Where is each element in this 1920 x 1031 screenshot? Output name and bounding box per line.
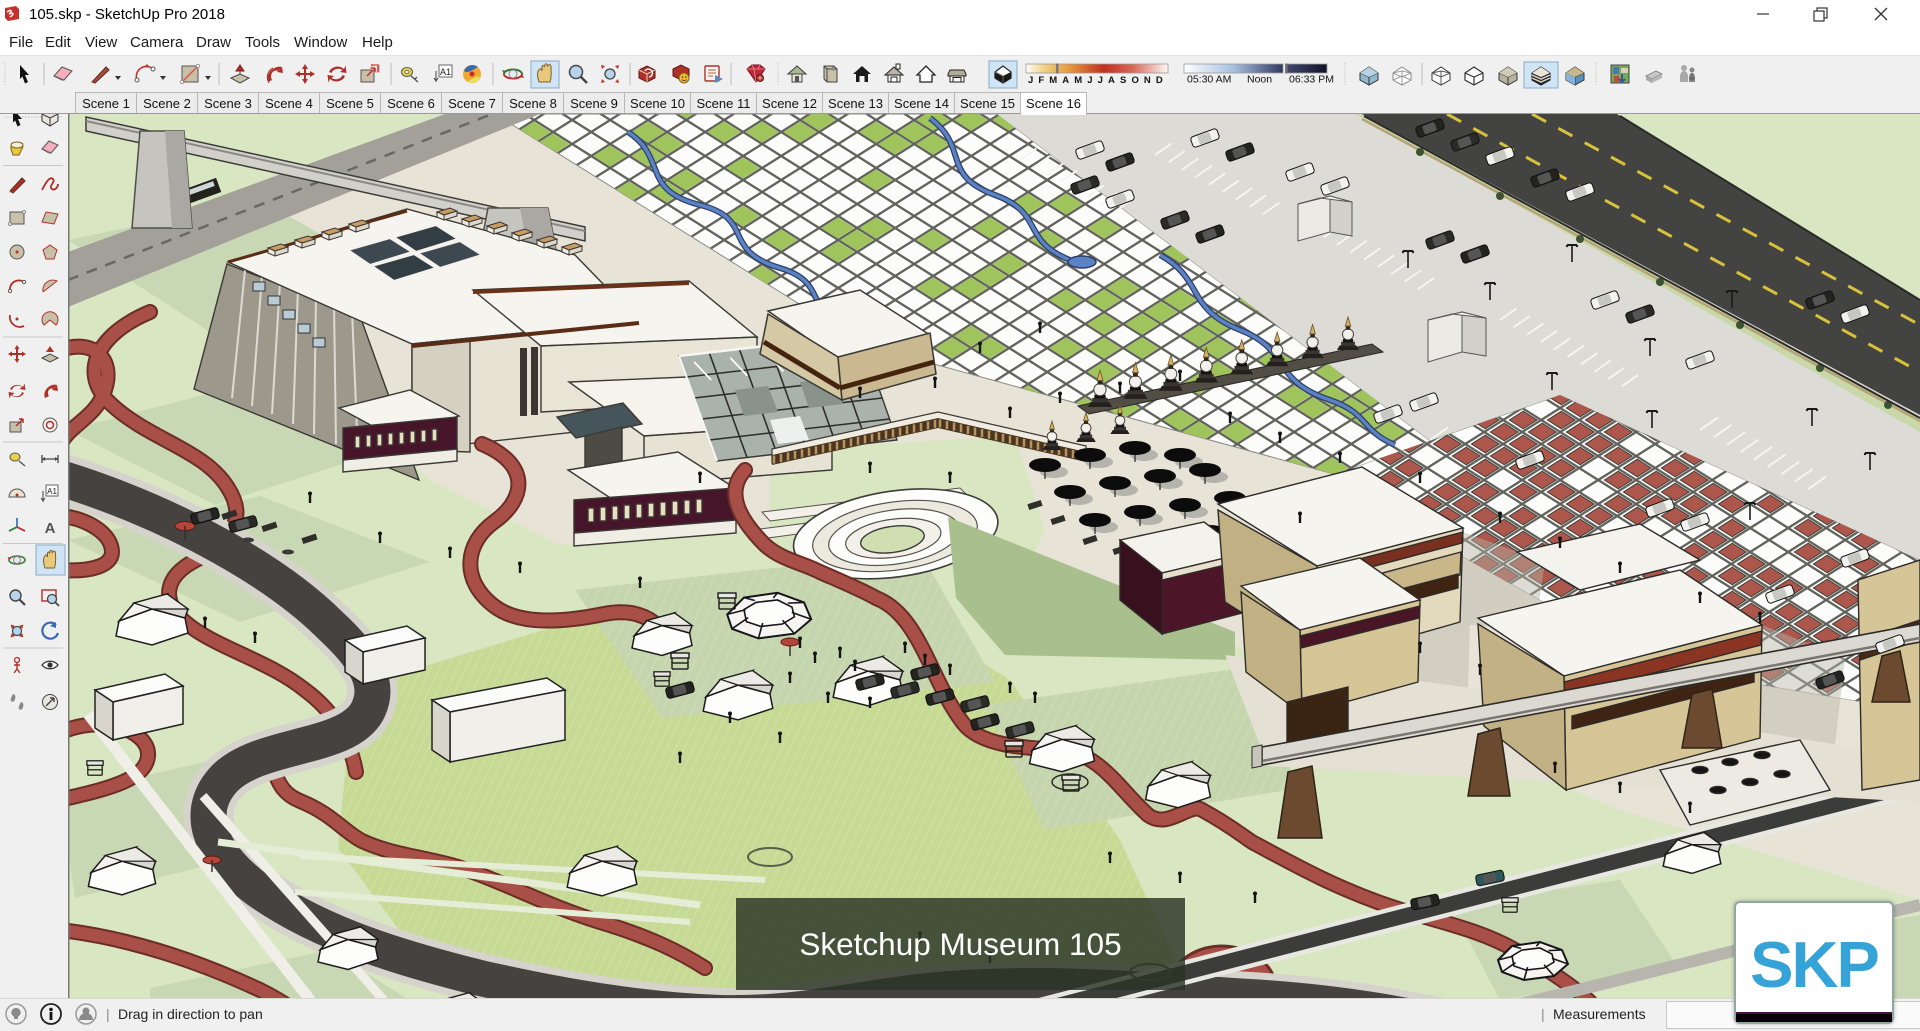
svg-text:05:30 AM: 05:30 AM — [1187, 74, 1231, 86]
svg-text:06:33 PM: 06:33 PM — [1289, 74, 1334, 86]
svg-text:A1: A1 — [440, 67, 451, 77]
svg-text:Noon: Noon — [1247, 74, 1272, 86]
svg-text:A1: A1 — [47, 487, 57, 496]
svg-text:JFMAMJJASOND: JFMAMJJASOND — [1028, 75, 1168, 86]
svg-text:A: A — [45, 520, 56, 537]
